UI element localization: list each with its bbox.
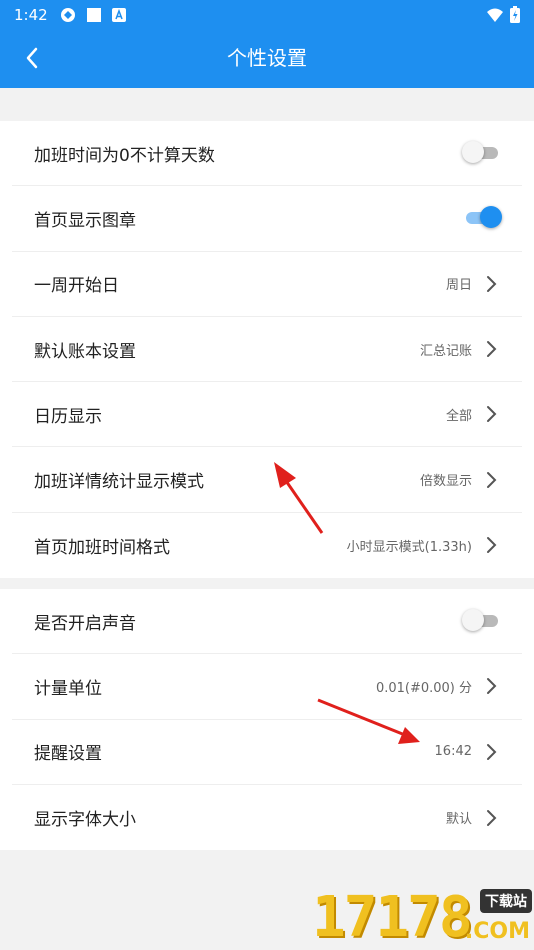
settings-group-2: 是否开启声音 计量单位 0.01(#0.00) 分 提醒设置 16:42 显示字… bbox=[0, 589, 534, 851]
chevron-right-icon bbox=[480, 403, 502, 425]
setting-row-home-time-format[interactable]: 首页加班时间格式 小时显示模式(1.33h) bbox=[12, 513, 522, 578]
chevron-right-icon bbox=[480, 741, 502, 763]
sync-icon bbox=[60, 8, 75, 22]
overtime-zero-toggle[interactable] bbox=[462, 141, 502, 165]
setting-label: 一周开始日 bbox=[34, 276, 119, 297]
chevron-right-icon bbox=[480, 675, 502, 697]
setting-label: 首页显示图章 bbox=[34, 210, 136, 231]
setting-label: 是否开启声音 bbox=[34, 613, 136, 634]
chevron-right-icon bbox=[480, 807, 502, 829]
chevron-right-icon bbox=[480, 338, 502, 360]
setting-label: 加班时间为0不计算天数 bbox=[34, 145, 215, 166]
watermark-badge: 下载站 bbox=[480, 889, 532, 913]
setting-row-overtime-zero[interactable]: 加班时间为0不计算天数 bbox=[12, 121, 522, 187]
app-bar: 1:42 个性设置 bbox=[0, 0, 534, 88]
status-time: 1:42 bbox=[14, 6, 48, 24]
battery-icon bbox=[510, 6, 520, 23]
setting-value: 默认 bbox=[445, 812, 472, 828]
chevron-right-icon bbox=[480, 469, 502, 491]
setting-label: 加班详情统计显示模式 bbox=[34, 472, 204, 493]
setting-label: 计量单位 bbox=[34, 678, 102, 699]
watermark-suffix: .COM bbox=[464, 919, 530, 944]
setting-row-reminder[interactable]: 提醒设置 16:42 bbox=[12, 720, 522, 785]
sound-toggle[interactable] bbox=[462, 609, 502, 633]
setting-label: 日历显示 bbox=[34, 406, 102, 427]
setting-value: 周日 bbox=[445, 278, 472, 294]
watermark-numbers: 17178 bbox=[312, 885, 473, 950]
chevron-right-icon bbox=[480, 273, 502, 295]
setting-label: 显示字体大小 bbox=[34, 810, 136, 831]
setting-value: 全部 bbox=[445, 408, 472, 424]
chevron-right-icon bbox=[480, 534, 502, 556]
setting-row-font-size[interactable]: 显示字体大小 默认 bbox=[12, 785, 522, 850]
setting-row-show-stamp[interactable]: 首页显示图章 bbox=[12, 186, 522, 252]
setting-row-calendar-display[interactable]: 日历显示 全部 bbox=[12, 382, 522, 448]
setting-label: 提醒设置 bbox=[34, 744, 102, 765]
setting-row-overtime-stats-mode[interactable]: 加班详情统计显示模式 倍数显示 bbox=[12, 447, 522, 513]
wifi-icon bbox=[487, 8, 503, 22]
square-icon bbox=[86, 8, 101, 22]
setting-row-sound[interactable]: 是否开启声音 bbox=[12, 589, 522, 655]
setting-value: 倍数显示 bbox=[419, 474, 472, 490]
show-stamp-toggle[interactable] bbox=[462, 206, 502, 230]
status-bar: 1:42 bbox=[0, 0, 534, 30]
watermark-logo: 17178 下载站 .COM bbox=[312, 885, 534, 950]
setting-value: 汇总记账 bbox=[419, 343, 472, 359]
setting-row-unit[interactable]: 计量单位 0.01(#0.00) 分 bbox=[12, 654, 522, 720]
setting-label: 默认账本设置 bbox=[34, 341, 136, 362]
setting-value: 16:42 bbox=[434, 744, 472, 760]
setting-row-default-book[interactable]: 默认账本设置 汇总记账 bbox=[12, 317, 522, 383]
setting-row-week-start[interactable]: 一周开始日 周日 bbox=[12, 252, 522, 317]
setting-value: 0.01(#0.00) 分 bbox=[375, 680, 472, 696]
setting-label: 首页加班时间格式 bbox=[34, 537, 170, 558]
page-title: 个性设置 bbox=[227, 46, 307, 70]
app-a-icon bbox=[111, 8, 126, 22]
settings-group-1: 加班时间为0不计算天数 首页显示图章 一周开始日 周日 默认账本设置 汇总记账 … bbox=[0, 121, 534, 579]
setting-value: 小时显示模式(1.33h) bbox=[346, 539, 472, 555]
